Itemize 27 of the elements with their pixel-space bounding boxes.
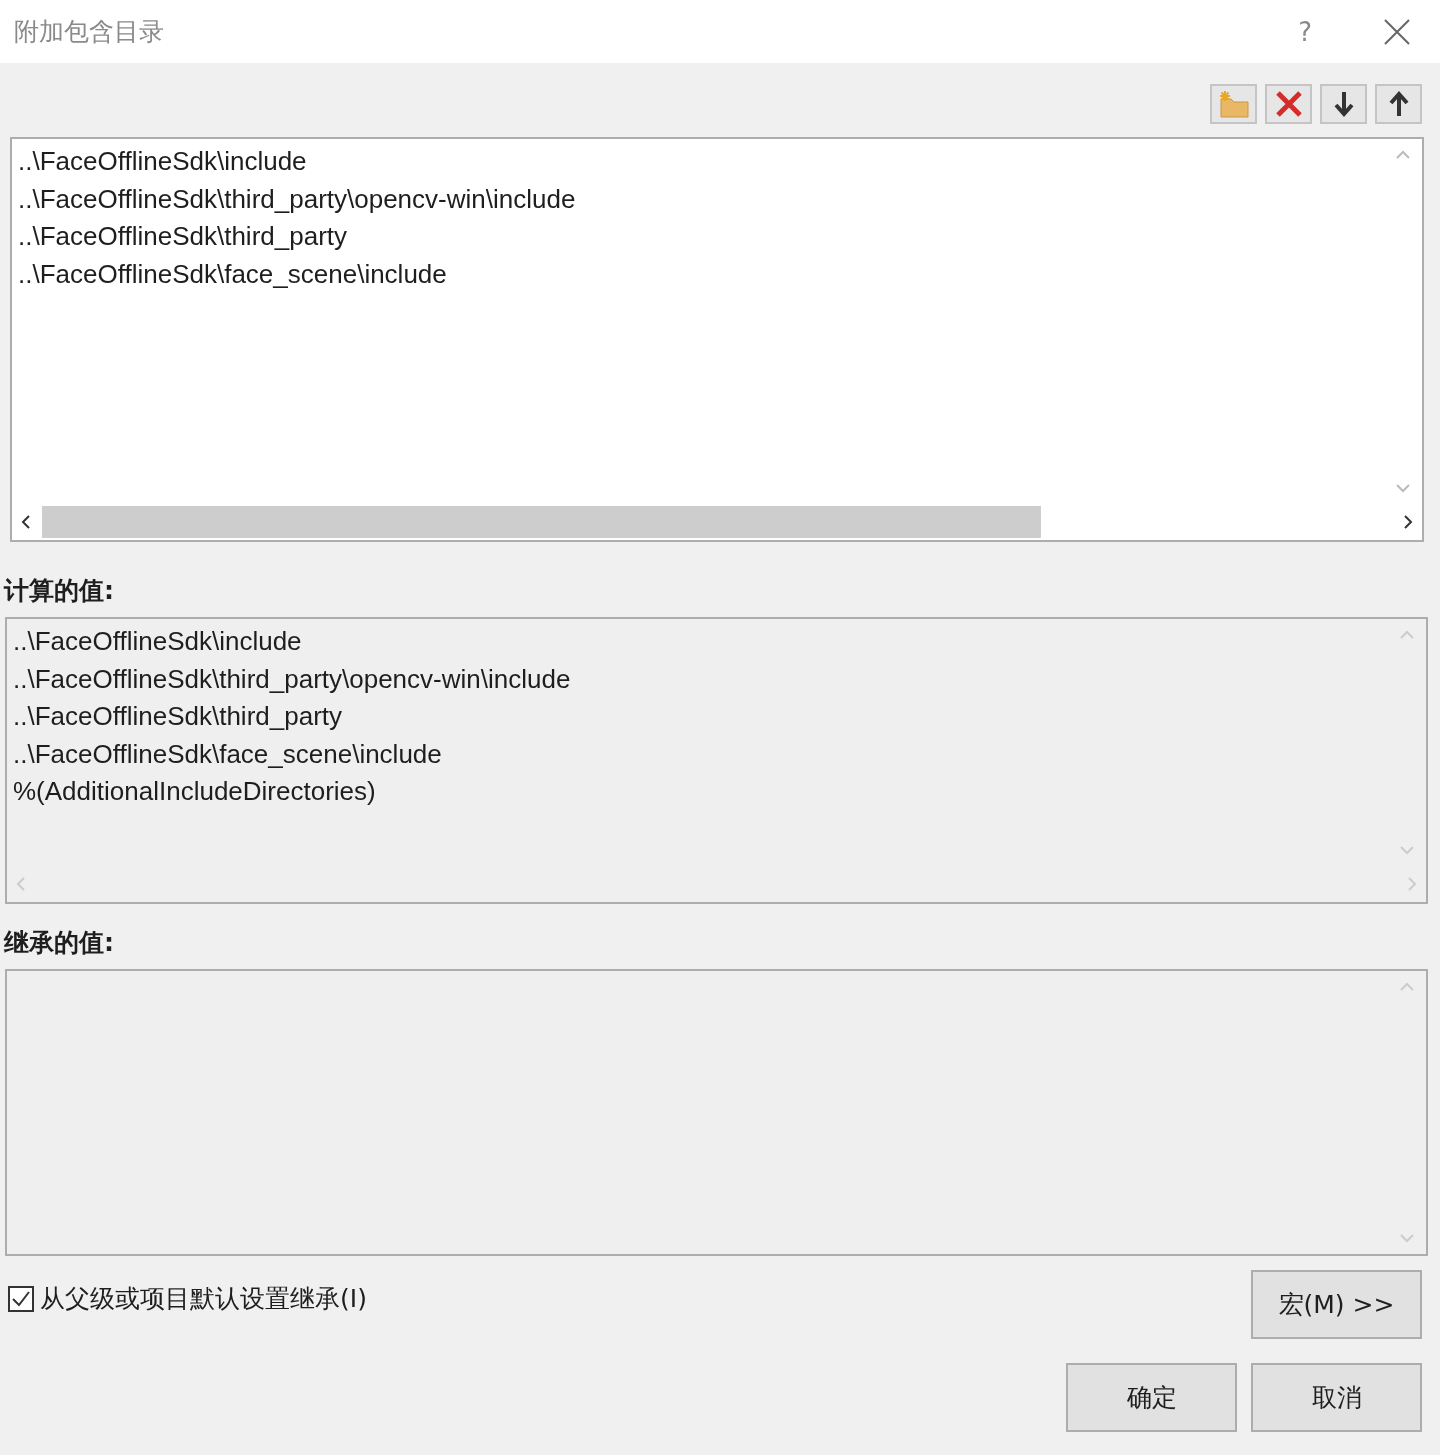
delete-button[interactable] (1265, 84, 1312, 124)
move-up-button[interactable] (1375, 84, 1422, 124)
section-label: 继承的值: (2, 927, 115, 959)
path-line: ..\FaceOfflineSdk\third_party\opencv-win\include (13, 662, 572, 696)
close-icon[interactable] (1384, 18, 1410, 45)
path-line[interactable]: ..\FaceOfflineSdk\third_party (18, 218, 1378, 256)
path-line: ..\FaceOfflineSdk\third_party (13, 700, 343, 733)
section-label: 计算的值: (2, 575, 115, 607)
delete-icon (1273, 89, 1304, 119)
move-down-button[interactable] (1320, 84, 1367, 124)
check-icon (11, 1289, 31, 1308)
path-line[interactable]: ..\FaceOfflineSdk\include (18, 143, 1378, 181)
path-line: %(AdditionalIncludeDirectories) (13, 775, 377, 808)
inherited-values-box[interactable] (5, 969, 1428, 1256)
path-line: ..\FaceOfflineSdk\face_scene\include (13, 737, 443, 771)
path-line[interactable]: ..\FaceOfflineSdk\third_party\opencv-win\include (18, 180, 1378, 218)
new-line-button[interactable] (1210, 84, 1257, 124)
down-arrow-icon (1332, 90, 1355, 118)
path-line: ..\FaceOfflineSdk\include (13, 625, 303, 658)
macros-button[interactable]: 宏(M) >> (1251, 1270, 1422, 1339)
ok-button[interactable]: 确定 (1066, 1363, 1237, 1432)
include-list[interactable]: ..\FaceOfflineSdk\include ..\FaceOfflineSdk\third_party\opencv-win\include ..\FaceOfflineSdk\third_party ..\FaceOfflineSdk\face_scene\include (10, 137, 1424, 542)
cancel-button[interactable]: 取消 (1251, 1363, 1422, 1432)
computed-values-box[interactable]: ..\FaceOfflineSdk\include ..\FaceOfflineSdk\third_party\opencv-win\include ..\FaceOfflineSdk\third_party ..\FaceOfflineSdk\face_scene\include %(AdditionalIncludeDirectories) (5, 617, 1428, 904)
up-arrow-icon (1387, 90, 1410, 118)
path-line[interactable]: ..\FaceOfflineSdk\face_scene\include (18, 255, 1378, 293)
window-title: 附加包含目录 (14, 16, 165, 48)
